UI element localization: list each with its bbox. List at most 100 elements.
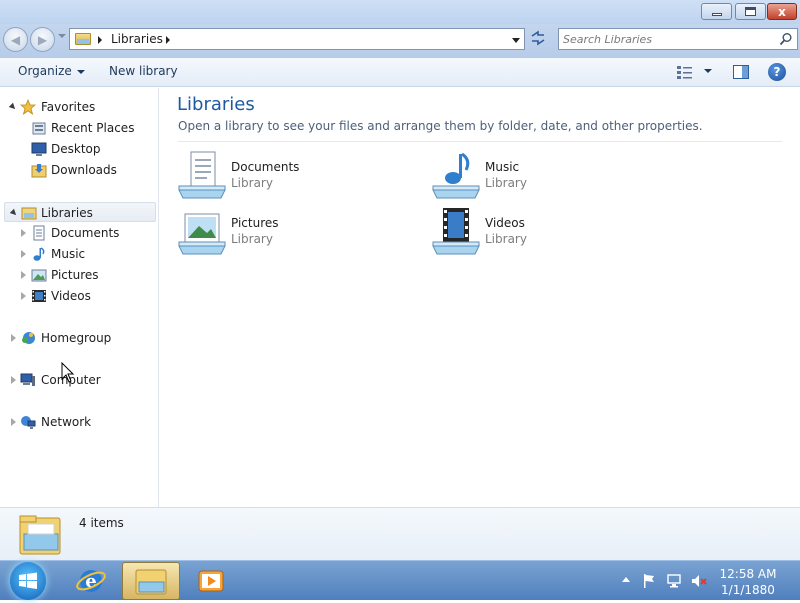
nav-libraries[interactable]: Libraries [4,202,156,222]
navigation-pane: Favorites Recent Places Desktop Download… [0,88,159,507]
nav-desktop[interactable]: Desktop [0,139,158,159]
nav-videos[interactable]: Videos [0,286,158,306]
library-name: Videos [485,216,525,230]
nav-computer[interactable]: Computer [0,370,158,390]
address-history-dropdown[interactable] [512,38,520,43]
pictures-library-icon [178,213,226,255]
nav-item-label: Music [51,247,86,261]
address-bar[interactable]: Libraries [69,28,525,50]
homegroup-icon [22,332,35,344]
start-button[interactable] [3,562,53,600]
windows-explorer-icon [135,569,167,595]
mouse-pointer-icon [61,362,75,383]
divider [178,141,782,142]
preview-pane-icon[interactable] [733,65,749,79]
search-box[interactable] [558,28,798,50]
expand-arrow-icon[interactable] [21,250,26,258]
network-icon [21,416,36,429]
volume-muted-icon[interactable] [691,573,707,589]
expand-arrow-icon[interactable] [11,334,16,342]
action-center-flag-icon[interactable] [641,573,657,589]
taskbar-media-player[interactable] [182,562,240,600]
nav-network[interactable]: Network [0,412,158,432]
music-library-icon [432,152,480,199]
nav-music[interactable]: Music [0,244,158,264]
videos-icon [32,290,46,302]
taskbar: e 12:58 AM 1/1/1880 [0,560,800,600]
organize-button[interactable]: Organize [18,64,85,78]
library-type: Library [231,176,273,190]
library-item-pictures[interactable]: Pictures Library [177,206,417,256]
collapse-arrow-icon[interactable] [9,208,19,218]
desktop-icon [31,142,47,156]
nav-downloads[interactable]: Downloads [0,160,158,180]
library-name: Documents [231,160,300,174]
windows-logo-icon [10,562,46,600]
new-library-button[interactable]: New library [109,64,178,78]
organize-label: Organize [18,64,72,78]
search-input[interactable] [563,31,773,47]
help-icon[interactable]: ? [768,63,786,81]
change-view-icon[interactable] [677,65,693,79]
expand-arrow-icon[interactable] [21,229,26,237]
minimize-button[interactable] [701,3,732,20]
library-item-music[interactable]: Music Library [431,150,671,200]
views-dropdown-arrow[interactable] [704,69,712,73]
nav-pictures[interactable]: Pictures [0,265,158,285]
chevron-right-icon[interactable] [98,36,102,44]
nav-favorites[interactable]: Favorites [0,97,158,117]
library-item-documents[interactable]: Documents Library [177,150,417,200]
expand-arrow-icon[interactable] [21,271,26,279]
item-count: 4 items [79,516,124,530]
details-pane: 4 items [0,507,800,560]
nav-item-label: Downloads [51,163,117,177]
nav-item-label: Documents [51,226,120,240]
nav-item-label: Videos [51,289,91,303]
nav-homegroup[interactable]: Homegroup [0,328,158,348]
back-button[interactable]: ◀ [3,27,28,52]
page-subtitle: Open a library to see your files and arr… [178,119,703,133]
internet-explorer-icon: e [76,570,106,592]
nav-item-label: Desktop [51,142,101,156]
refresh-button[interactable] [528,29,548,49]
close-button[interactable]: x [767,3,797,20]
library-item-videos[interactable]: Videos Library [431,206,671,256]
expand-arrow-icon[interactable] [11,376,16,384]
nav-network-label: Network [41,415,92,429]
recent-places-icon [32,122,46,135]
videos-library-icon [432,208,480,255]
collapse-arrow-icon[interactable] [8,102,18,112]
documents-library-icon [178,151,226,199]
star-icon [20,99,36,115]
library-type: Library [485,232,527,246]
search-icon[interactable] [779,32,793,46]
nav-libraries-label: Libraries [41,206,93,220]
content-pane: Libraries Open a library to see your fil… [160,88,800,507]
libraries-icon [21,207,37,220]
library-type: Library [231,232,273,246]
back-arrow-icon: ◀ [10,32,21,47]
nav-item-label: Pictures [51,268,99,282]
nav-favorites-label: Favorites [41,100,96,114]
recent-pages-dropdown[interactable] [58,34,66,38]
clock-date: 1/1/1880 [721,583,775,597]
forward-button[interactable]: ▶ [30,27,55,52]
maximize-button[interactable] [735,3,766,20]
expand-arrow-icon[interactable] [21,292,26,300]
nav-documents[interactable]: Documents [0,223,158,243]
chevron-right-icon[interactable] [166,36,170,44]
network-tray-icon[interactable] [666,573,682,589]
media-player-icon [198,570,224,592]
close-icon: x [778,4,786,19]
library-type: Library [485,176,527,190]
breadcrumb-libraries[interactable]: Libraries [111,32,163,46]
expand-arrow-icon[interactable] [11,418,16,426]
nav-item-label: Recent Places [51,121,135,135]
command-bar: Organize New library ? [0,58,800,87]
nav-recent-places[interactable]: Recent Places [0,118,158,138]
computer-icon [20,373,35,386]
taskbar-internet-explorer[interactable]: e [62,562,120,600]
clock[interactable]: 12:58 AM 1/1/1880 [712,566,784,598]
taskbar-windows-explorer[interactable] [122,562,180,600]
show-hidden-icons-arrow[interactable] [622,577,630,582]
